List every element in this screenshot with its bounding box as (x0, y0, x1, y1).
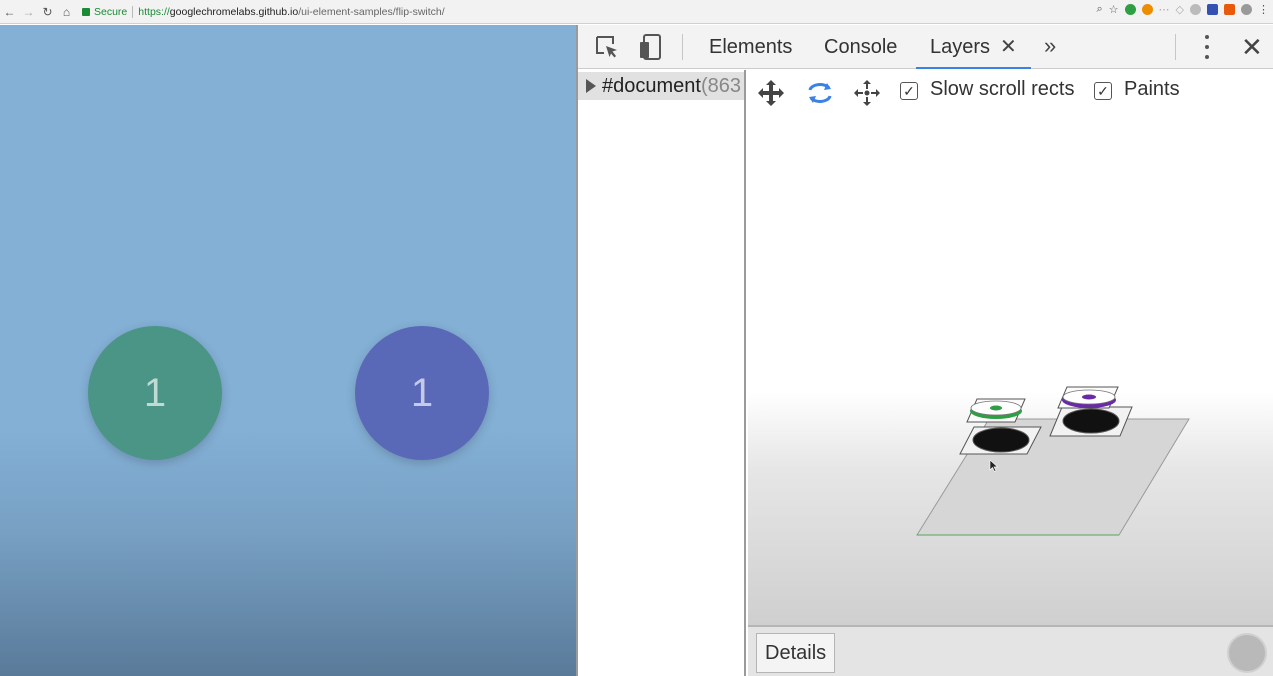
devtools-menu-icon[interactable] (1203, 35, 1211, 59)
url-scheme: https:// (138, 5, 170, 18)
url-host: googlechromelabs.github.io (169, 5, 299, 18)
zoom-icon[interactable]: ⌕ (1096, 3, 1102, 16)
devtools-toolbar: Elements Console Layers ✕ » ✕ (578, 25, 1273, 69)
slow-scroll-rects-label: Slow scroll rects (930, 78, 1075, 100)
tab-label: Layers (930, 36, 991, 58)
slow-scroll-rects-checkbox[interactable]: ✓ (900, 82, 918, 100)
address-divider (132, 5, 134, 18)
layer-tree: #document (863 (578, 70, 746, 676)
url-path: /ui-element-samples/flip-switch/ (298, 5, 445, 18)
devtools-panel: Elements Console Layers ✕ » ✕ #document (8… (576, 25, 1273, 676)
home-icon[interactable]: ⌂ (57, 1, 76, 23)
reset-transform-icon[interactable] (852, 79, 882, 107)
paints-label: Paints (1124, 78, 1180, 100)
pan-mode-icon[interactable] (756, 79, 786, 107)
tree-item-document[interactable]: #document (863 (578, 72, 744, 100)
extension-icon[interactable] (1207, 4, 1218, 15)
close-tab-icon[interactable]: ✕ (1000, 36, 1017, 58)
page-viewport: 1 1 (0, 25, 576, 676)
tab-elements[interactable]: Elements (709, 25, 792, 69)
tree-item-suffix: (863 (700, 74, 741, 97)
details-tab[interactable]: Details (756, 633, 836, 673)
extension-icon[interactable] (1190, 4, 1201, 15)
paints-checkbox[interactable]: ✓ (1094, 82, 1112, 100)
close-devtools-icon[interactable]: ✕ (1241, 25, 1263, 69)
bookmark-star-icon[interactable]: ☆ (1109, 3, 1119, 16)
extension-icon[interactable]: ⋯ (1159, 3, 1170, 16)
flip-switch-blue[interactable]: 1 (355, 326, 489, 460)
extension-icon[interactable]: ◇ (1176, 3, 1184, 16)
layers-scene[interactable] (748, 114, 1273, 624)
inspect-element-icon[interactable] (594, 34, 620, 60)
device-toolbar-icon[interactable] (638, 34, 664, 60)
tab-label: Elements (709, 36, 793, 58)
security-label: Secure (94, 5, 128, 18)
extension-icon[interactable] (1224, 4, 1235, 15)
tab-label: Console (824, 36, 898, 58)
forward-arrow-icon[interactable]: → (19, 1, 38, 23)
details-bar: Details (748, 625, 1273, 676)
layers-toolbar: ✓ Slow scroll rects ✓ Paints (748, 70, 1273, 114)
reload-icon[interactable]: ↻ (38, 1, 57, 23)
chrome-logo-icon (1227, 633, 1267, 673)
back-arrow-icon[interactable]: ← (0, 1, 19, 23)
lock-icon (82, 7, 90, 16)
flip-switch-label: 1 (410, 370, 434, 415)
browser-toolbar: ← → ↻ ⌂ Secure https://googlechromelabs.… (0, 0, 1273, 24)
address-bar[interactable]: Secure https://googlechromelabs.github.i… (82, 3, 445, 21)
toolbar-divider (682, 34, 683, 60)
more-tabs-icon[interactable]: » (1044, 25, 1056, 69)
browser-actions: ⌕ ☆ ⋯ ◇ ⋮ (1096, 3, 1269, 16)
browser-menu-icon[interactable]: ⋮ (1258, 3, 1269, 16)
extension-icon[interactable] (1124, 4, 1136, 15)
extension-icon[interactable] (1141, 4, 1153, 15)
expand-arrow-icon[interactable] (586, 79, 596, 93)
tab-console[interactable]: Console (824, 25, 897, 69)
tree-item-label: #document (602, 74, 701, 97)
layers-3d-view[interactable]: ✓ Slow scroll rects ✓ Paints (748, 70, 1273, 625)
toolbar-divider (1175, 34, 1176, 60)
tab-layers[interactable]: Layers ✕ (916, 25, 1031, 69)
profile-icon[interactable] (1241, 4, 1252, 15)
flip-switch-label: 1 (143, 370, 167, 415)
black-layer (972, 427, 1030, 453)
black-layer (1062, 408, 1120, 434)
rotate-mode-icon[interactable] (805, 79, 835, 107)
flip-switch-green[interactable]: 1 (88, 326, 222, 460)
